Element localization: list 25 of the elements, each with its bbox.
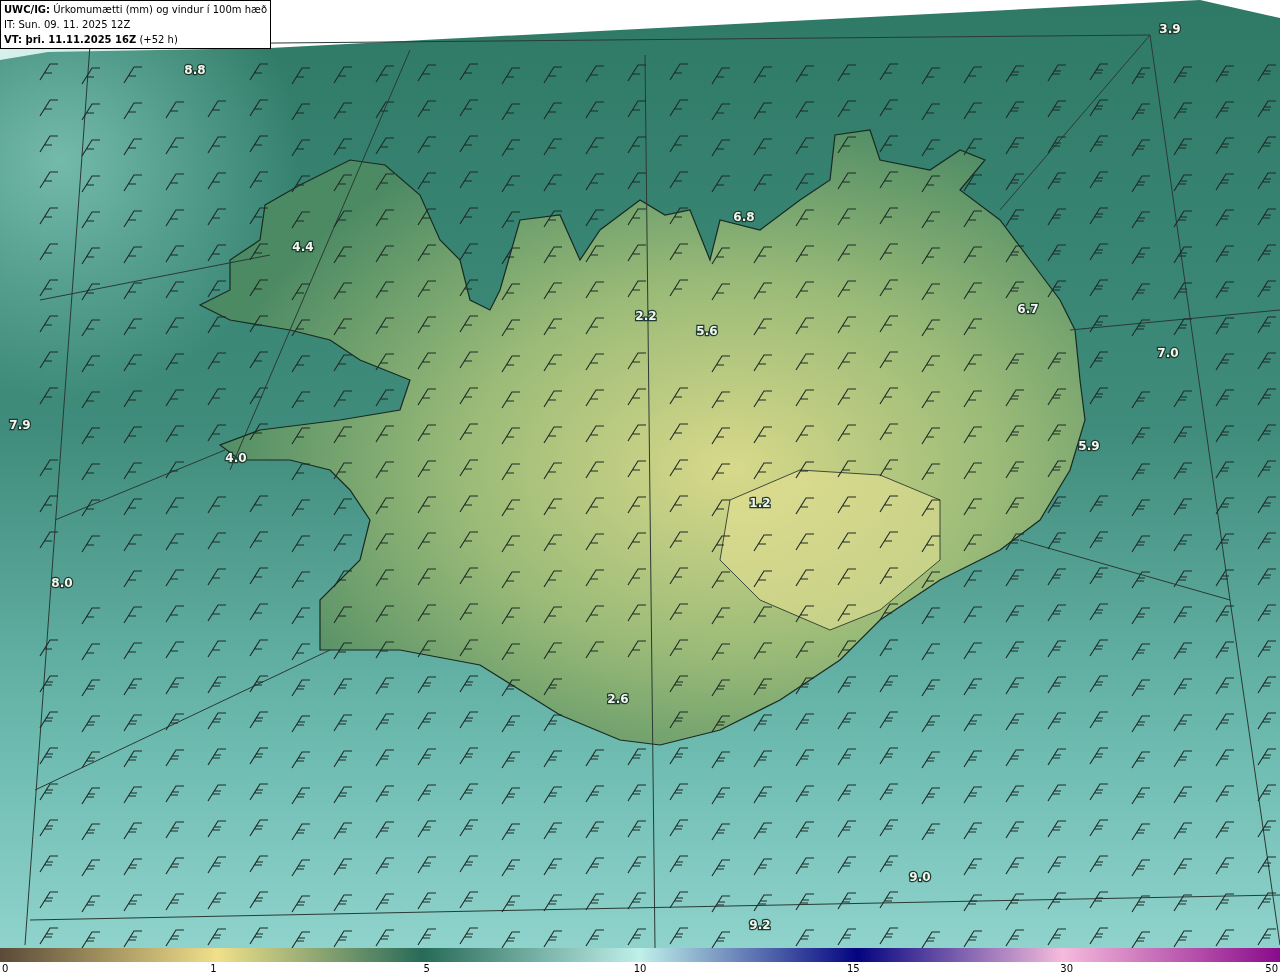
scale-tick-label: 15 <box>846 962 860 976</box>
value-label: 4.4 <box>292 240 314 254</box>
value-label: 9.0 <box>909 870 931 884</box>
scale-tick-label: 5 <box>423 962 430 976</box>
value-label: 1.2 <box>749 496 771 510</box>
scale-tick-label: 50 <box>1265 962 1278 976</box>
value-label: 6.8 <box>733 210 755 224</box>
value-label: 4.0 <box>225 451 247 465</box>
value-label: 2.6 <box>607 692 629 706</box>
value-label: 6.7 <box>1017 302 1039 316</box>
value-label: 8.8 <box>184 63 206 77</box>
issue-time: IT: Sun. 09. 11. 2025 12Z <box>4 18 132 32</box>
scale-tick-label: 1 <box>210 962 217 976</box>
scale-tick-label: 10 <box>633 962 647 976</box>
value-label: 8.0 <box>51 576 73 590</box>
scale-tick-label: 0 <box>2 962 9 976</box>
value-label: 5.6 <box>696 324 718 338</box>
value-label: 9.2 <box>749 918 771 932</box>
scale-tick-label: 30 <box>1060 962 1073 976</box>
valid-time: VT: þri. 11.11.2025 16Z (+52 h) <box>4 33 179 47</box>
value-label: 7.0 <box>1157 346 1179 360</box>
map-title: UWC/IG: Úrkomumætti (mm) og vindur í 100m hæð <box>4 2 268 17</box>
value-label: 3.9 <box>1159 22 1181 36</box>
value-label: 7.9 <box>9 418 31 432</box>
value-label: 5.9 <box>1078 439 1100 453</box>
